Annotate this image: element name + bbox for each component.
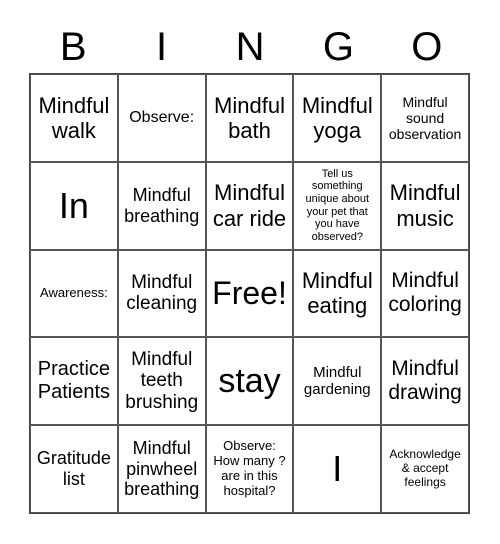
- bingo-cell[interactable]: Mindful teeth brushing: [117, 337, 206, 426]
- bingo-cell[interactable]: Mindful car ride: [205, 161, 294, 250]
- bingo-cell[interactable]: Awareness:: [30, 249, 118, 338]
- header-letter: I: [156, 25, 168, 69]
- bingo-cell[interactable]: Mindful yoga: [293, 74, 382, 162]
- bingo-cell[interactable]: Gratitude list: [30, 425, 118, 513]
- bingo-cell[interactable]: In: [30, 161, 118, 250]
- bingo-cell[interactable]: Mindful bath: [205, 74, 294, 162]
- bingo-cell[interactable]: Mindful walk: [30, 74, 118, 162]
- bingo-cell[interactable]: Observe: How many ? are in this hospital…: [205, 425, 294, 513]
- bingo-header: BINGO: [29, 22, 471, 72]
- header-letter: N: [235, 25, 265, 69]
- bingo-cell[interactable]: I: [293, 425, 382, 513]
- bingo-cell[interactable]: Mindful breathing: [117, 161, 206, 250]
- bingo-cell[interactable]: Mindful pinwheel breathing: [117, 425, 206, 513]
- bingo-grid: Mindful walk Observe: Mindful bath Mindful …: [29, 73, 470, 514]
- bingo-cell[interactable]: Mindful coloring: [381, 249, 469, 338]
- bingo-cell[interactable]: Mindful cleaning: [117, 249, 206, 338]
- bingo-cell[interactable]: Mindful gardening: [293, 337, 382, 426]
- bingo-cell[interactable]: Mindful music: [381, 161, 469, 250]
- bingo-cell[interactable]: Mindful sound observation: [381, 74, 469, 162]
- bingo-cell[interactable]: Acknowledge & accept feelings: [381, 425, 469, 513]
- header-letter: B: [59, 25, 87, 69]
- bingo-cell[interactable]: Mindful drawing: [381, 337, 469, 426]
- bingo-cell[interactable]: Tell us something unique about your pet …: [293, 161, 382, 250]
- header-letter: G: [322, 25, 354, 69]
- bingo-cell[interactable]: Practice Patients: [30, 337, 118, 426]
- bingo-cell[interactable]: Observe:: [117, 74, 206, 162]
- header-letter: O: [411, 25, 443, 69]
- bingo-cell[interactable]: stay: [205, 337, 294, 426]
- bingo-cell[interactable]: Mindful eating: [293, 249, 382, 338]
- bingo-cell[interactable]: Free!: [205, 249, 294, 338]
